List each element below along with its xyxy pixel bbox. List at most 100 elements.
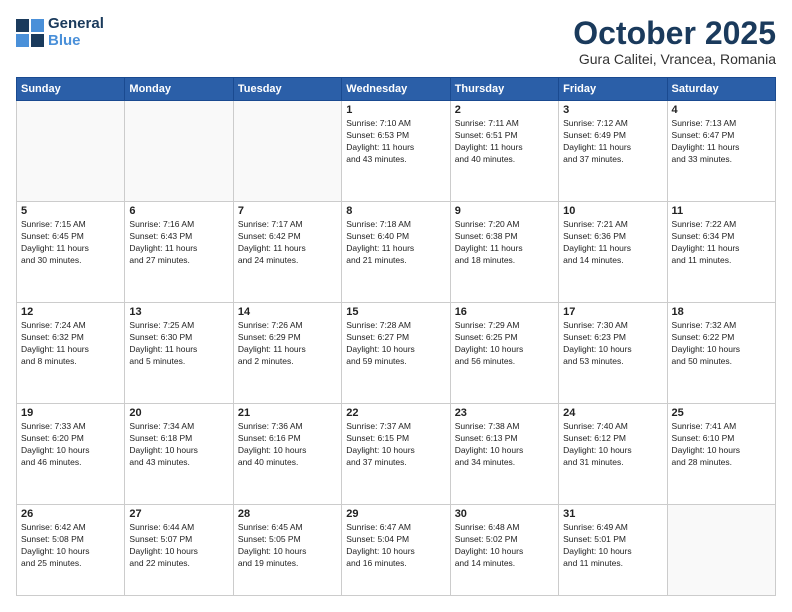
day-number: 28 xyxy=(238,508,337,520)
header-wednesday: Wednesday xyxy=(342,78,450,101)
day-info: Sunrise: 7:15 AM Sunset: 6:45 PM Dayligh… xyxy=(21,219,120,267)
day-number: 27 xyxy=(129,508,228,520)
calendar-cell: 15 Sunrise: 7:28 AM Sunset: 6:27 PM Dayli… xyxy=(342,303,450,404)
day-number: 7 xyxy=(238,205,337,217)
calendar-cell: 18 Sunrise: 7:32 AM Sunset: 6:22 PM Dayli… xyxy=(667,303,775,404)
calendar-cell: 3 Sunrise: 7:12 AM Sunset: 6:49 PM Daylig… xyxy=(559,101,667,202)
day-number: 4 xyxy=(672,104,771,116)
calendar-cell: 5 Sunrise: 7:15 AM Sunset: 6:45 PM Daylig… xyxy=(17,202,125,303)
calendar-cell: 10 Sunrise: 7:21 AM Sunset: 6:36 PM Dayli… xyxy=(559,202,667,303)
day-number: 29 xyxy=(346,508,445,520)
day-info: Sunrise: 6:44 AM Sunset: 5:07 PM Dayligh… xyxy=(129,522,228,570)
calendar-cell xyxy=(125,101,233,202)
day-info: Sunrise: 7:21 AM Sunset: 6:36 PM Dayligh… xyxy=(563,219,662,267)
day-info: Sunrise: 7:34 AM Sunset: 6:18 PM Dayligh… xyxy=(129,421,228,469)
day-number: 18 xyxy=(672,306,771,318)
calendar-cell: 24 Sunrise: 7:40 AM Sunset: 6:12 PM Dayli… xyxy=(559,404,667,505)
day-number: 22 xyxy=(346,407,445,419)
day-info: Sunrise: 7:41 AM Sunset: 6:10 PM Dayligh… xyxy=(672,421,771,469)
logo-icon xyxy=(16,19,44,47)
header-friday: Friday xyxy=(559,78,667,101)
day-info: Sunrise: 7:28 AM Sunset: 6:27 PM Dayligh… xyxy=(346,320,445,368)
calendar-cell: 26 Sunrise: 6:42 AM Sunset: 5:08 PM Dayli… xyxy=(17,505,125,596)
day-number: 14 xyxy=(238,306,337,318)
page: General Blue October 2025 Gura Calitei, … xyxy=(0,0,792,612)
calendar-cell: 20 Sunrise: 7:34 AM Sunset: 6:18 PM Dayli… xyxy=(125,404,233,505)
calendar-cell: 14 Sunrise: 7:26 AM Sunset: 6:29 PM Dayli… xyxy=(233,303,341,404)
day-number: 19 xyxy=(21,407,120,419)
day-info: Sunrise: 7:10 AM Sunset: 6:53 PM Dayligh… xyxy=(346,118,445,166)
calendar-cell: 23Sunrise: 7:38 AM Sunset: 6:13 PM Dayli… xyxy=(450,404,558,505)
day-info: Sunrise: 7:29 AM Sunset: 6:25 PM Dayligh… xyxy=(455,320,554,368)
calendar-cell: 17 Sunrise: 7:30 AM Sunset: 6:23 PM Dayli… xyxy=(559,303,667,404)
calendar-table: Sunday Monday Tuesday Wednesday Thursday… xyxy=(16,77,776,596)
calendar-cell: 12 Sunrise: 7:24 AM Sunset: 6:32 PM Dayli… xyxy=(17,303,125,404)
header-monday: Monday xyxy=(125,78,233,101)
day-number: 5 xyxy=(21,205,120,217)
calendar-cell: 27 Sunrise: 6:44 AM Sunset: 5:07 PM Dayli… xyxy=(125,505,233,596)
day-number: 9 xyxy=(455,205,554,217)
day-info: Sunrise: 7:11 AM Sunset: 6:51 PM Dayligh… xyxy=(455,118,554,166)
day-info: Sunrise: 7:20 AM Sunset: 6:38 PM Dayligh… xyxy=(455,219,554,267)
header: General Blue October 2025 Gura Calitei, … xyxy=(16,16,776,67)
day-number: 20 xyxy=(129,407,228,419)
logo: General Blue xyxy=(16,16,104,49)
month-title: October 2025 xyxy=(573,16,776,51)
calendar-cell: 4 Sunrise: 7:13 AM Sunset: 6:47 PM Daylig… xyxy=(667,101,775,202)
header-thursday: Thursday xyxy=(450,78,558,101)
calendar-cell: 30Sunrise: 6:48 AM Sunset: 5:02 PM Dayli… xyxy=(450,505,558,596)
day-info: Sunrise: 6:45 AM Sunset: 5:05 PM Dayligh… xyxy=(238,522,337,570)
calendar-cell: 11 Sunrise: 7:22 AM Sunset: 6:34 PM Dayli… xyxy=(667,202,775,303)
day-info: Sunrise: 7:12 AM Sunset: 6:49 PM Dayligh… xyxy=(563,118,662,166)
location-subtitle: Gura Calitei, Vrancea, Romania xyxy=(573,51,776,67)
calendar-cell: 21 Sunrise: 7:36 AM Sunset: 6:16 PM Dayli… xyxy=(233,404,341,505)
calendar-cell: 7Sunrise: 7:17 AM Sunset: 6:42 PM Daylig… xyxy=(233,202,341,303)
calendar-cell: 13 Sunrise: 7:25 AM Sunset: 6:30 PM Dayli… xyxy=(125,303,233,404)
day-info: Sunrise: 6:47 AM Sunset: 5:04 PM Dayligh… xyxy=(346,522,445,570)
header-sunday: Sunday xyxy=(17,78,125,101)
calendar-cell xyxy=(667,505,775,596)
day-number: 10 xyxy=(563,205,662,217)
calendar-cell: 22 Sunrise: 7:37 AM Sunset: 6:15 PM Dayli… xyxy=(342,404,450,505)
day-number: 31 xyxy=(563,508,662,520)
day-number: 24 xyxy=(563,407,662,419)
day-info: Sunrise: 6:49 AM Sunset: 5:01 PM Dayligh… xyxy=(563,522,662,570)
day-info: Sunrise: 7:25 AM Sunset: 6:30 PM Dayligh… xyxy=(129,320,228,368)
day-number: 2 xyxy=(455,104,554,116)
day-number: 30 xyxy=(455,508,554,520)
logo-general: General xyxy=(48,16,104,33)
day-number: 13 xyxy=(129,306,228,318)
day-info: Sunrise: 6:42 AM Sunset: 5:08 PM Dayligh… xyxy=(21,522,120,570)
day-info: Sunrise: 7:38 AM Sunset: 6:13 PM Dayligh… xyxy=(455,421,554,469)
day-number: 8 xyxy=(346,205,445,217)
calendar-cell: 25Sunrise: 7:41 AM Sunset: 6:10 PM Dayli… xyxy=(667,404,775,505)
day-info: Sunrise: 7:40 AM Sunset: 6:12 PM Dayligh… xyxy=(563,421,662,469)
day-number: 1 xyxy=(346,104,445,116)
day-info: Sunrise: 7:32 AM Sunset: 6:22 PM Dayligh… xyxy=(672,320,771,368)
calendar-cell xyxy=(233,101,341,202)
logo-blue: Blue xyxy=(48,33,104,50)
calendar-cell: 29 Sunrise: 6:47 AM Sunset: 5:04 PM Dayli… xyxy=(342,505,450,596)
day-number: 3 xyxy=(563,104,662,116)
weekday-header-row: Sunday Monday Tuesday Wednesday Thursday… xyxy=(17,78,776,101)
calendar-cell: 28 Sunrise: 6:45 AM Sunset: 5:05 PM Dayli… xyxy=(233,505,341,596)
day-info: Sunrise: 7:22 AM Sunset: 6:34 PM Dayligh… xyxy=(672,219,771,267)
day-info: Sunrise: 7:26 AM Sunset: 6:29 PM Dayligh… xyxy=(238,320,337,368)
day-info: Sunrise: 7:16 AM Sunset: 6:43 PM Dayligh… xyxy=(129,219,228,267)
day-number: 12 xyxy=(21,306,120,318)
calendar-cell: 19 Sunrise: 7:33 AM Sunset: 6:20 PM Dayli… xyxy=(17,404,125,505)
day-info: Sunrise: 7:30 AM Sunset: 6:23 PM Dayligh… xyxy=(563,320,662,368)
day-info: Sunrise: 7:33 AM Sunset: 6:20 PM Dayligh… xyxy=(21,421,120,469)
day-info: Sunrise: 7:24 AM Sunset: 6:32 PM Dayligh… xyxy=(21,320,120,368)
day-number: 11 xyxy=(672,205,771,217)
day-number: 15 xyxy=(346,306,445,318)
day-number: 21 xyxy=(238,407,337,419)
day-info: Sunrise: 7:37 AM Sunset: 6:15 PM Dayligh… xyxy=(346,421,445,469)
calendar-cell: 8Sunrise: 7:18 AM Sunset: 6:40 PM Daylig… xyxy=(342,202,450,303)
day-number: 6 xyxy=(129,205,228,217)
day-info: Sunrise: 7:36 AM Sunset: 6:16 PM Dayligh… xyxy=(238,421,337,469)
day-number: 17 xyxy=(563,306,662,318)
calendar-cell xyxy=(17,101,125,202)
day-info: Sunrise: 7:13 AM Sunset: 6:47 PM Dayligh… xyxy=(672,118,771,166)
day-number: 26 xyxy=(21,508,120,520)
